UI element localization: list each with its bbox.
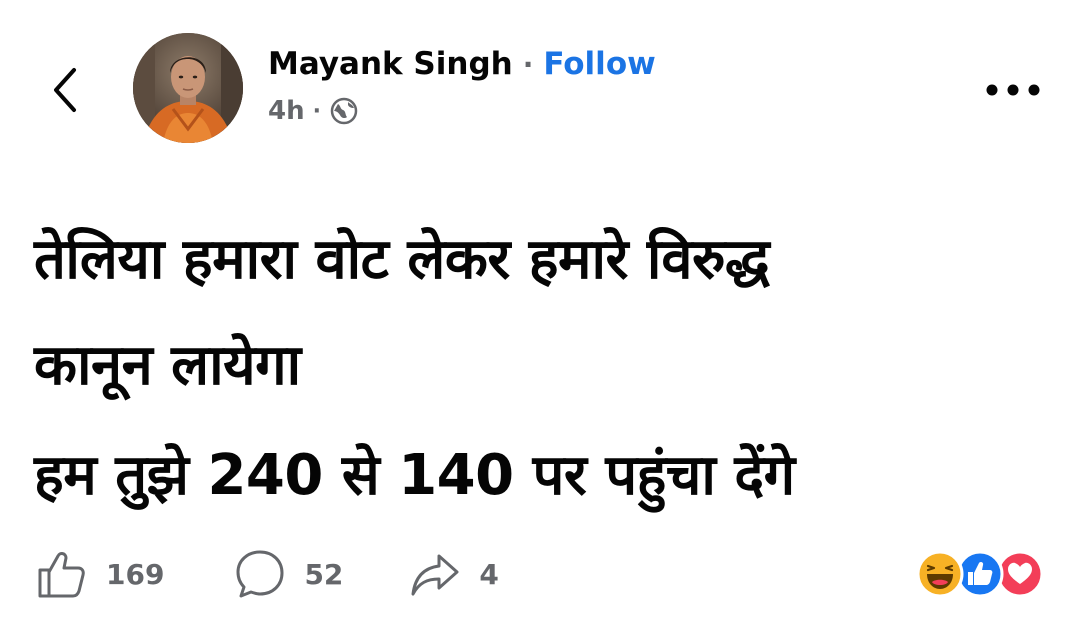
- comment-button[interactable]: 52: [234, 548, 343, 600]
- post-meta: 4h ·: [268, 96, 359, 126]
- love-reaction-icon: [996, 550, 1044, 598]
- comment-count: 52: [304, 557, 344, 591]
- globe-icon: [329, 96, 359, 126]
- reactions-summary[interactable]: [914, 549, 1046, 599]
- action-bar: 169 52 4: [36, 548, 499, 600]
- share-button[interactable]: 4: [409, 548, 499, 600]
- like-reaction-icon: [956, 550, 1004, 598]
- more-horizontal-icon: [986, 84, 1040, 96]
- avatar[interactable]: [133, 33, 243, 143]
- like-count: 169: [106, 557, 165, 591]
- share-count: 4: [479, 557, 499, 591]
- haha-reaction-icon: [916, 550, 964, 598]
- post-text-line: तेलिया हमारा वोट लेकर हमारे विरुद्ध: [34, 227, 770, 292]
- post-body: तेलिया हमारा वोट लेकर हमारे विरुद्ध कानू…: [34, 205, 1044, 531]
- post-timestamp[interactable]: 4h: [268, 96, 305, 126]
- share-icon: [411, 554, 459, 596]
- separator-dot: ·: [522, 47, 534, 81]
- more-options-button[interactable]: [984, 80, 1042, 100]
- thumbs-up-icon: [38, 552, 85, 598]
- profile-photo: [133, 33, 243, 143]
- author-name[interactable]: Mayank Singh: [268, 46, 513, 82]
- meta-separator: ·: [312, 98, 321, 124]
- post-header: Mayank Singh · Follow: [268, 46, 656, 82]
- post-text-line: हम तुझे 240 से 140 पर पहुंचा देंगे: [34, 443, 795, 508]
- comment-icon: [236, 550, 284, 598]
- follow-button[interactable]: Follow: [543, 46, 655, 82]
- post-text-line: कानून लायेगा: [34, 333, 301, 398]
- back-button[interactable]: [40, 60, 96, 120]
- chevron-left-icon: [54, 68, 76, 112]
- like-button[interactable]: 169: [36, 548, 164, 600]
